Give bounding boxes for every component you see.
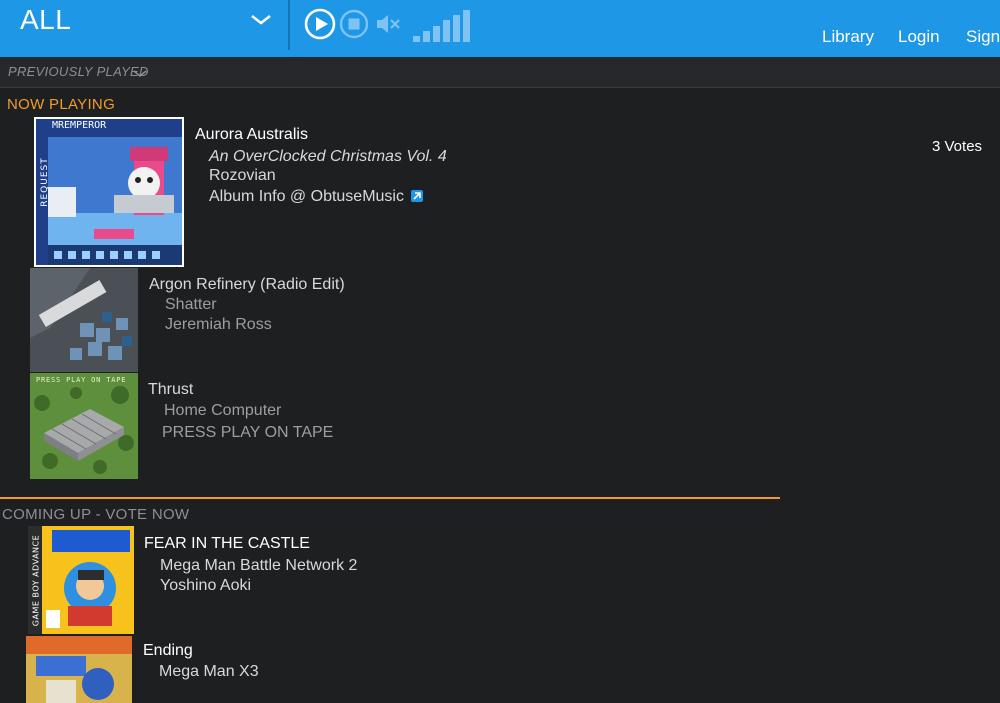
recent-track-title: Argon Refinery (Radio Edit) <box>149 276 345 293</box>
app-screen: ALL Library Login Sign PREVIOUSLY PLAYED… <box>0 0 1000 703</box>
album-art-image <box>30 373 138 479</box>
current-album-art[interactable]: MREMPEROR REQUEST <box>34 117 184 267</box>
recent-track-artist: Jeremiah Ross <box>165 316 272 333</box>
recent-album-art[interactable] <box>30 268 138 372</box>
chevron-down-icon <box>251 15 271 25</box>
album-art-image <box>28 526 134 634</box>
volume-bars-icon[interactable] <box>413 10 473 42</box>
album-art-image <box>26 636 132 703</box>
upcoming-track-album: Mega Man Battle Network 2 <box>160 557 358 574</box>
album-info-label: Album Info @ ObtuseMusic <box>209 188 404 205</box>
upcoming-album-art[interactable]: GAME BOY ADVANCE <box>28 526 134 634</box>
recent-track-album: Home Computer <box>164 402 282 419</box>
top-bar: ALL Library Login Sign <box>0 0 1000 58</box>
recent-album-art[interactable]: PRESS PLAY ON TAPE <box>30 373 138 479</box>
station-name: ALL <box>20 4 72 35</box>
album-art-caption: PRESS PLAY ON TAPE <box>36 376 127 384</box>
album-art-side-label: REQUEST <box>39 157 50 207</box>
station-selector[interactable]: ALL <box>0 0 290 50</box>
album-art-image <box>36 119 182 265</box>
recent-track-artist: PRESS PLAY ON TAPE <box>162 424 334 441</box>
album-art-side-label: GAME BOY ADVANCE <box>31 534 41 627</box>
upcoming-album-art[interactable] <box>26 636 132 703</box>
upcoming-track-title: Ending <box>143 642 193 659</box>
nav-sign-link[interactable]: Sign <box>966 27 1000 47</box>
album-info-link[interactable]: Album Info @ ObtuseMusic <box>209 188 424 206</box>
section-divider <box>0 497 780 499</box>
upcoming-track-title: FEAR IN THE CASTLE <box>144 535 310 552</box>
speaker-muted-icon[interactable] <box>373 9 403 39</box>
album-art-image <box>30 268 138 372</box>
coming-up-heading: COMING UP - VOTE NOW <box>2 506 190 523</box>
upcoming-track-album: Mega Man X3 <box>159 663 259 680</box>
stop-circle-icon[interactable] <box>339 9 369 39</box>
chevron-down-icon <box>133 70 147 78</box>
now-playing-heading: NOW PLAYING <box>7 96 116 113</box>
vote-count: 3 Votes <box>932 138 983 155</box>
current-track-album: An OverClocked Christmas Vol. 4 <box>209 148 447 165</box>
current-track-artist: Rozovian <box>209 167 276 184</box>
recent-track-album: Shatter <box>165 296 217 313</box>
nav-login-link[interactable]: Login <box>898 27 940 47</box>
external-link-icon <box>410 190 423 202</box>
recent-track-title: Thrust <box>148 381 194 398</box>
play-circle-icon[interactable] <box>304 8 336 40</box>
upcoming-track-artist: Yoshino Aoki <box>160 577 252 594</box>
nav-library-link[interactable]: Library <box>822 27 874 47</box>
previously-played-label: PREVIOUSLY PLAYED <box>8 64 149 79</box>
current-track-title: Aurora Australis <box>195 126 308 143</box>
album-art-caption: MREMPEROR <box>52 120 107 131</box>
previously-played-toggle[interactable]: PREVIOUSLY PLAYED <box>0 57 1000 88</box>
